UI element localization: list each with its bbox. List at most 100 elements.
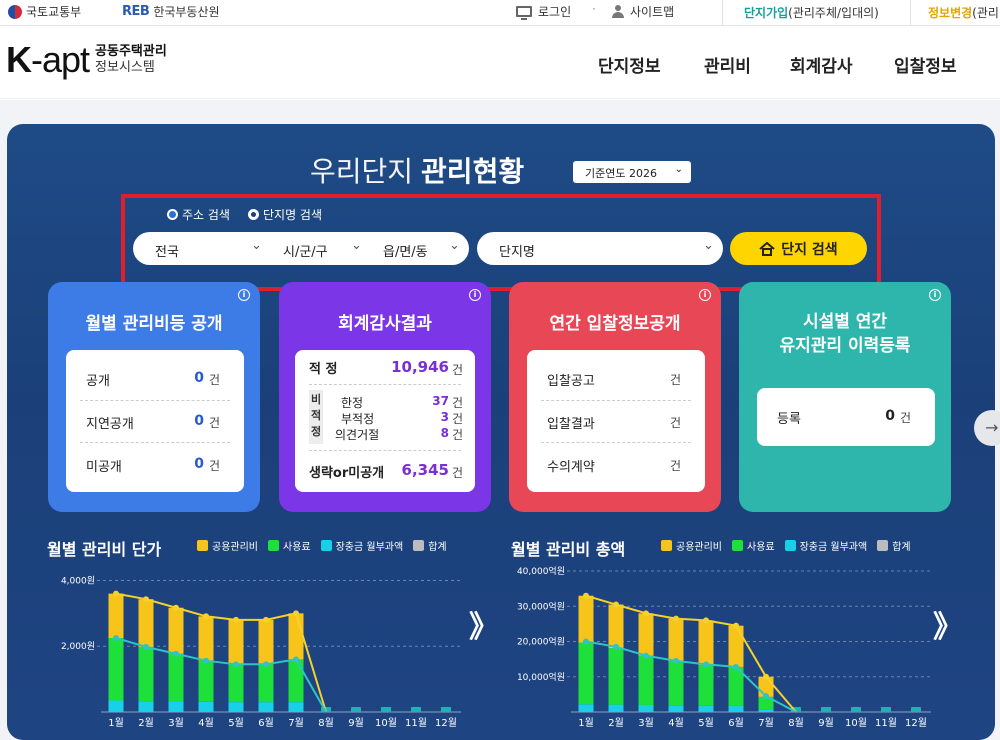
x-tick-label: 8월 [318,717,334,729]
bar-segment [698,665,714,706]
bar-segment [198,616,214,661]
nav-audit[interactable]: 회계감사 [790,52,853,77]
legend-item[interactable]: 공용관리비 [661,538,722,553]
line-point [263,661,269,668]
audit-unit: 건 [451,466,463,480]
sitemap-link[interactable]: 사이트맵 [612,3,674,20]
bar-segment [138,599,154,647]
x-tick-label: 3월 [638,717,654,729]
list-item[interactable]: 미공개 0 건 [66,444,244,484]
empty-bar-marker [851,707,861,712]
legend-item[interactable]: 사용료 [732,538,775,553]
legend-item[interactable]: 합계 [413,538,447,553]
row-value: 0 [194,370,204,386]
y-tick-label: 4,000원 [61,575,95,586]
list-item[interactable]: 입찰공고 건 [527,358,705,398]
empty-bar-marker [351,707,361,712]
reb-logo[interactable]: REB 한국부동산원 [122,3,220,20]
login-link[interactable]: 로그인 [516,3,571,20]
audit-omitted-value: 6,345 [401,461,449,479]
y-tick-label: 30,000억원 [517,600,565,612]
card-title-line2: 유지관리 이력등록 [779,336,911,356]
search-type-radios: 주소 검색 단지명 검색 [167,206,322,223]
y-tick-label: 20,000억원 [517,636,565,648]
info-rest: (관리 [972,6,999,20]
kapt-logo[interactable]: K-apt 공동주택관리 정보시스템 [6,39,167,81]
bar-segment [608,648,624,705]
card-body: 등록 0 건 [757,388,935,446]
legend-item[interactable]: 공용관리비 [197,538,258,553]
bar-segment [668,705,684,712]
bar-segment [108,638,124,701]
bar-segment [228,619,244,665]
select-sigungu[interactable]: 시/군/구 [283,241,328,260]
info-icon[interactable]: i [929,289,941,301]
row-value: 0 [194,456,204,472]
bar-segment [578,642,594,705]
x-tick-label: 7월 [288,717,304,729]
list-item[interactable]: 등록 0 건 [757,396,935,436]
reb-mark-text: REB [122,4,150,19]
legend-item[interactable]: 합계 [877,538,911,553]
x-tick-label: 10월 [375,717,397,729]
x-tick-label: 12월 [905,717,927,729]
chart-next-arrow-icon[interactable]: 》 [933,602,963,646]
empty-bar-marker [411,707,421,712]
bar-segment [138,701,154,712]
select-eupmyeondong[interactable]: 읍/면/동 [383,241,428,260]
x-tick-label: 7월 [758,717,774,729]
line-point [203,657,209,664]
x-tick-label: 5월 [228,717,244,729]
x-tick-label: 8월 [788,717,804,729]
info-icon[interactable]: i [238,289,250,301]
info-change-link[interactable]: 정보변경(관리 [928,4,999,21]
divider [80,442,230,443]
list-item[interactable]: 입찰결과 건 [527,401,705,441]
x-tick-label: 10월 [845,717,867,729]
facility-maintenance-card[interactable]: i 시설별 연간 유지관리 이력등록 등록 0 건 [739,282,951,512]
audit-result-card[interactable]: i 회계감사결과 적 정 10,946 건 비 적 정 한정 37 건 부적정 … [279,282,491,512]
radio-name-search[interactable]: 단지명 검색 [247,206,322,223]
radio-address-search[interactable]: 주소 검색 [167,206,230,223]
bar-segment [608,704,624,712]
nav-bidding[interactable]: 입찰정보 [894,52,957,77]
monitor-icon [516,6,532,20]
molit-logo[interactable]: 국토교통부 [8,3,81,20]
x-tick-label: 6월 [258,717,274,729]
panel-title-light: 우리단지 [310,155,414,188]
list-item[interactable]: 수의계약 건 [527,444,705,484]
bar-segment [728,705,744,712]
utility-bar: 국토교통부 REB 한국부동산원 로그인 · 사이트맵 단지가입(관리주체/입대… [0,0,1000,26]
nav-complex-info[interactable]: 단지정보 [598,52,661,77]
bar-segment [138,646,154,702]
line-point [143,596,149,603]
monthly-fee-disclosure-card[interactable]: i 월별 관리비등 공개 공개 0 건 지연공개 0 건 미공개 0 건 [48,282,260,512]
non-appropriate-box: 비 적 정 [309,390,323,444]
list-item[interactable]: 공개 0 건 [66,358,244,398]
line-point [613,601,619,608]
info-icon[interactable]: i [699,289,711,301]
audit-appropriate-label: 적 정 [309,362,338,377]
logo-subtitle-line1: 공동주택관리 [95,44,167,59]
nav-management-fee[interactable]: 관리비 [704,52,751,77]
year-select[interactable]: 기준연도 2026 ⌄ [573,161,691,183]
panel-title-bold: 관리현황 [421,155,525,188]
x-tick-label: 11월 [405,717,427,729]
annual-bidding-card[interactable]: i 연간 입찰정보공개 입찰공고 건 입찰결과 건 수의계약 건 [509,282,721,512]
row-label: 입찰공고 [547,374,595,389]
complex-name-select[interactable]: 단지명 ⌄ [477,232,723,265]
legend-item[interactable]: 장충금 월부과액 [320,538,403,553]
legend-item[interactable]: 사용료 [268,538,311,553]
list-item[interactable]: 지연공개 0 건 [66,401,244,441]
join-complex-link[interactable]: 단지가입(관리주체/입대의) [744,4,879,21]
chevron-down-icon: ⌄ [674,164,683,175]
chevron-down-icon: ⌄ [449,238,460,253]
select-sido[interactable]: 전국 [155,241,179,260]
card-body: 적 정 10,946 건 비 적 정 한정 37 건 부적정 3 건 의견거절 … [295,350,475,492]
complex-search-button[interactable]: 단지 검색 [730,232,867,265]
info-icon[interactable]: i [469,289,481,301]
legend-item[interactable]: 장충금 월부과액 [784,538,867,553]
y-tick-label: 2,000원 [61,641,95,652]
line-point [613,643,619,650]
chart-next-arrow-icon[interactable]: 》 [469,602,499,646]
